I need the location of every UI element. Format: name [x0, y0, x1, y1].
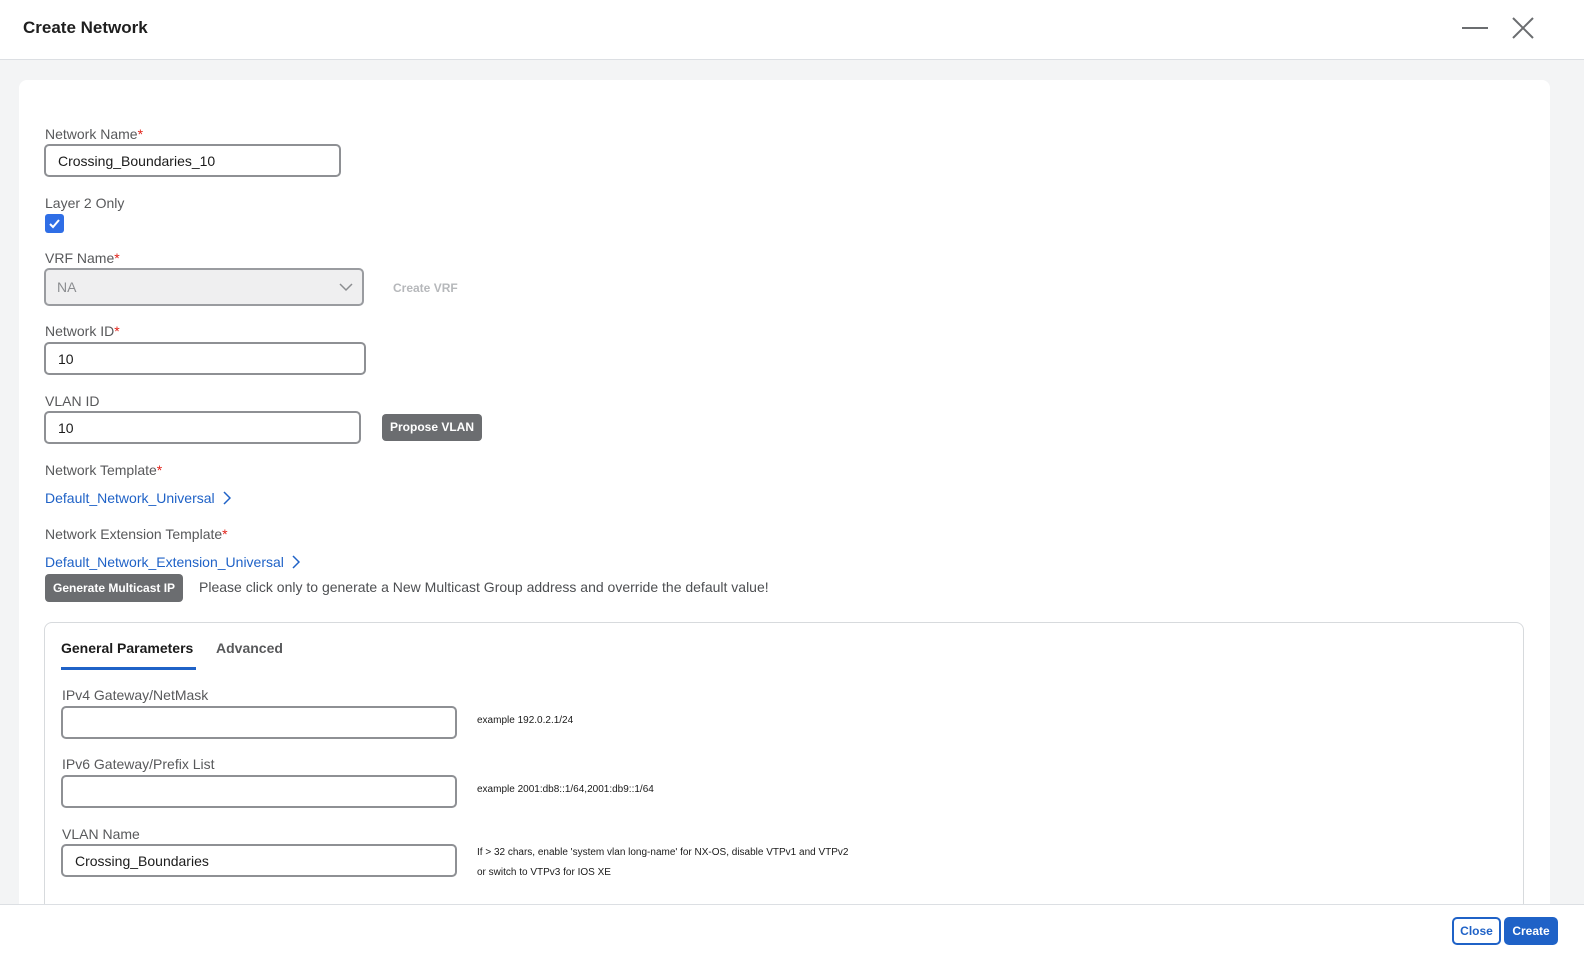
vlan-name-input[interactable] — [61, 844, 457, 877]
ipv4-gateway-hint: example 192.0.2.1/24 — [477, 715, 574, 726]
network-template-value: Default_Network_Universal — [45, 490, 215, 506]
chevron-right-icon — [292, 555, 300, 569]
vrf-name-select[interactable]: NA — [44, 268, 364, 306]
network-template-link[interactable]: Default_Network_Universal — [45, 490, 231, 506]
tab-advanced[interactable]: Advanced — [216, 640, 283, 656]
chevron-down-icon — [339, 283, 353, 292]
network-id-label: Network ID* — [45, 323, 120, 339]
layer2-only-label: Layer 2 Only — [45, 195, 125, 211]
propose-vlan-button[interactable]: Propose VLAN — [382, 414, 483, 441]
vlan-name-hint-line1: If > 32 chars, enable 'system vlan long-… — [477, 847, 849, 858]
modal-footer — [0, 904, 1584, 963]
vlan-name-label: VLAN Name — [62, 826, 140, 842]
layer2-only-checkbox[interactable] — [45, 214, 64, 233]
ipv4-gateway-input[interactable] — [61, 706, 457, 739]
generate-multicast-ip-button[interactable]: Generate Multicast IP — [45, 574, 184, 602]
create-button[interactable]: Create — [1504, 917, 1558, 945]
close-button[interactable]: Close — [1452, 917, 1501, 945]
close-window-button[interactable] — [1508, 14, 1538, 44]
network-extension-template-link[interactable]: Default_Network_Extension_Universal — [45, 554, 300, 570]
close-icon — [1512, 17, 1534, 39]
ipv4-gateway-label: IPv4 Gateway/NetMask — [62, 687, 209, 703]
active-tab-indicator — [61, 667, 196, 670]
ipv6-gateway-label: IPv6 Gateway/Prefix List — [62, 756, 215, 772]
network-name-input[interactable] — [44, 144, 341, 177]
network-id-input[interactable] — [44, 342, 366, 375]
minimize-button[interactable] — [1460, 14, 1490, 44]
network-extension-template-label: Network Extension Template* — [45, 526, 228, 542]
ipv6-gateway-input[interactable] — [61, 775, 457, 808]
modal-title: Create Network — [23, 18, 148, 37]
vrf-name-value: NA — [57, 279, 77, 295]
minimize-icon — [1462, 27, 1488, 29]
vlan-id-input[interactable] — [44, 411, 361, 444]
network-extension-template-value: Default_Network_Extension_Universal — [45, 554, 284, 570]
ipv6-gateway-hint: example 2001:db8::1/64,2001:db9::1/64 — [477, 784, 654, 795]
create-vrf-link[interactable]: Create VRF — [393, 281, 458, 295]
network-name-label: Network Name* — [45, 126, 144, 142]
vlan-id-label: VLAN ID — [45, 393, 100, 409]
chevron-right-icon — [223, 491, 231, 505]
checkmark-icon — [49, 219, 60, 229]
modal-header: Create Network — [0, 0, 1584, 60]
network-template-label: Network Template* — [45, 462, 163, 478]
vlan-name-hint-line2: or switch to VTPv3 for IOS XE — [477, 867, 611, 878]
tab-general-parameters[interactable]: General Parameters — [61, 640, 193, 656]
vrf-name-label: VRF Name* — [45, 250, 120, 266]
multicast-note: Please click only to generate a New Mult… — [199, 579, 769, 595]
